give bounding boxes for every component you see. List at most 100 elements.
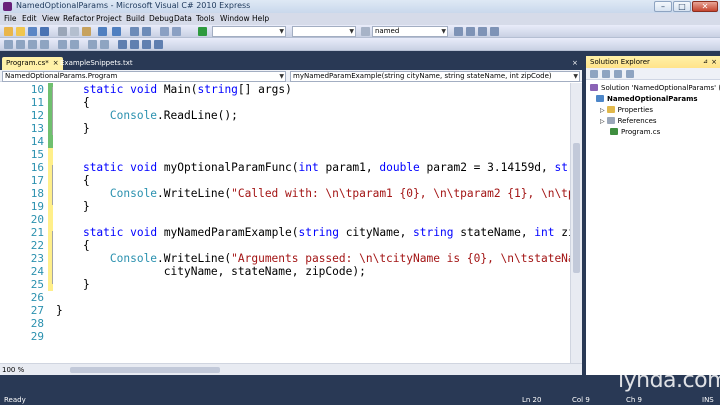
chevron-down-icon: ▼ [573,73,578,80]
menu-tools[interactable]: Tools [196,14,214,23]
zoom-level[interactable]: 100 % [2,365,24,375]
csharp-project-icon [596,95,604,102]
scrollbar-thumb[interactable] [70,367,220,373]
copy-icon[interactable] [70,27,79,36]
find-in-files-icon[interactable] [454,27,463,36]
code-line[interactable]: { [56,174,90,187]
line-number: 26 [30,291,44,304]
code-line[interactable]: } [56,304,63,317]
tree-item-references[interactable]: ▷ References [600,116,657,126]
menu-build[interactable]: Build [126,14,145,23]
menu-refactor[interactable]: Refactor [63,14,94,23]
solution-explorer-icon[interactable] [466,27,475,36]
code-line[interactable]: } [56,122,90,135]
navigate-back-icon[interactable] [130,27,139,36]
code-line[interactable]: { [56,239,90,252]
redo-icon[interactable] [112,27,121,36]
tab-program-cs[interactable]: Program.cs* × [2,57,63,70]
line-number: 23 [30,252,44,265]
find-combo[interactable]: named ▼ [372,26,448,37]
bookmark-icon[interactable] [118,40,127,49]
code-line[interactable]: Console.WriteLine("Arguments passed: \n\… [56,252,570,265]
line-number: 21 [30,226,44,239]
member-combo[interactable]: myNamedParamExample(string cityName, str… [290,71,580,82]
line-number: 19 [30,200,44,213]
unsaved-change-marker [48,148,53,161]
previous-bookmark-icon[interactable] [130,40,139,49]
uncomment-lines-icon[interactable] [100,40,109,49]
object-members-icon[interactable] [4,40,13,49]
decrease-indent-icon[interactable] [58,40,67,49]
code-line[interactable]: static void Main(string[] args) [56,83,292,96]
line-number: 27 [30,304,44,317]
show-all-files-icon[interactable] [602,70,610,78]
close-document-icon[interactable]: × [572,59,578,67]
tree-item-properties[interactable]: ▷ Properties [600,105,653,115]
properties-window-icon[interactable] [478,27,487,36]
expand-icon[interactable]: ▷ [600,118,605,125]
tree-item-solution[interactable]: Solution 'NamedOptionalParams' (1 projec… [590,83,720,93]
tree-item-project[interactable]: NamedOptionalParams [596,94,698,104]
code-line[interactable]: } [56,278,90,291]
code-line[interactable]: static void myNamedParamExample(string c… [56,226,570,239]
menu-edit[interactable]: Edit [22,14,37,23]
menu-window[interactable]: Window [220,14,250,23]
chevron-down-icon: ▼ [279,73,284,80]
complete-word-icon[interactable] [40,40,49,49]
vertical-scrollbar[interactable] [570,83,582,363]
uncomment-icon[interactable] [172,27,181,36]
solution-explorer-panel: Solution Explorer ⊿ × Solution 'NamedOptio… [582,56,720,375]
minimize-button[interactable]: – [654,1,672,12]
increase-indent-icon[interactable] [70,40,79,49]
menu-view[interactable]: View [42,14,60,23]
menu-help[interactable]: Help [252,14,269,23]
comment-icon[interactable] [160,27,169,36]
code-line[interactable]: cityName, stateName, zipCode); [56,265,366,278]
new-project-icon[interactable] [4,27,13,36]
save-icon[interactable] [28,27,37,36]
toolbox-icon[interactable] [490,27,499,36]
line-number: 16 [30,161,44,174]
tree-item-program-cs[interactable]: Program.cs [610,127,660,137]
solution-config-combo[interactable]: ▼ [212,26,286,37]
save-all-icon[interactable] [40,27,49,36]
paste-icon[interactable] [82,27,91,36]
menu-data[interactable]: Data [174,14,192,23]
comment-lines-icon[interactable] [88,40,97,49]
code-line[interactable]: Console.ReadLine(); [56,109,238,122]
code-line[interactable]: Console.WriteLine("Called with: \n\tpara… [56,187,570,200]
status-line: Ln 20 [522,396,542,404]
code-line[interactable]: } [56,200,90,213]
pin-icon[interactable]: ⊿ [703,56,708,68]
maximize-button[interactable]: □ [673,1,691,12]
tab-example-snippets[interactable]: ExampleSnippets.txt [56,57,137,70]
refresh-icon[interactable] [614,70,622,78]
code-text-area[interactable]: static void Main(string[] args) { Consol… [56,83,570,363]
open-file-icon[interactable] [16,27,25,36]
scrollbar-thumb[interactable] [573,143,580,273]
menu-debug[interactable]: Debug [149,14,174,23]
horizontal-scrollbar[interactable]: 100 % [0,363,582,375]
close-icon[interactable]: × [711,56,717,68]
cut-icon[interactable] [58,27,67,36]
navigate-forward-icon[interactable] [142,27,151,36]
code-line[interactable]: static void myOptionalParamFunc(int para… [56,161,570,174]
quick-info-icon[interactable] [28,40,37,49]
menu-project[interactable]: Project [96,14,122,23]
outline-fold-line [52,165,53,205]
view-code-icon[interactable] [626,70,634,78]
close-button[interactable]: ✕ [692,1,718,12]
code-line[interactable]: { [56,96,90,109]
type-combo[interactable]: NamedOptionalParams.Program ▼ [2,71,286,82]
clear-bookmarks-icon[interactable] [154,40,163,49]
next-bookmark-icon[interactable] [142,40,151,49]
menu-file[interactable]: File [4,14,17,23]
start-debugging-icon[interactable] [198,27,207,36]
find-icon[interactable] [361,27,370,36]
platform-combo[interactable]: ▼ [292,26,356,37]
properties-icon[interactable] [590,70,598,78]
parameter-info-icon[interactable] [16,40,25,49]
undo-icon[interactable] [98,27,107,36]
line-number: 14 [30,135,44,148]
expand-icon[interactable]: ▷ [600,107,605,114]
